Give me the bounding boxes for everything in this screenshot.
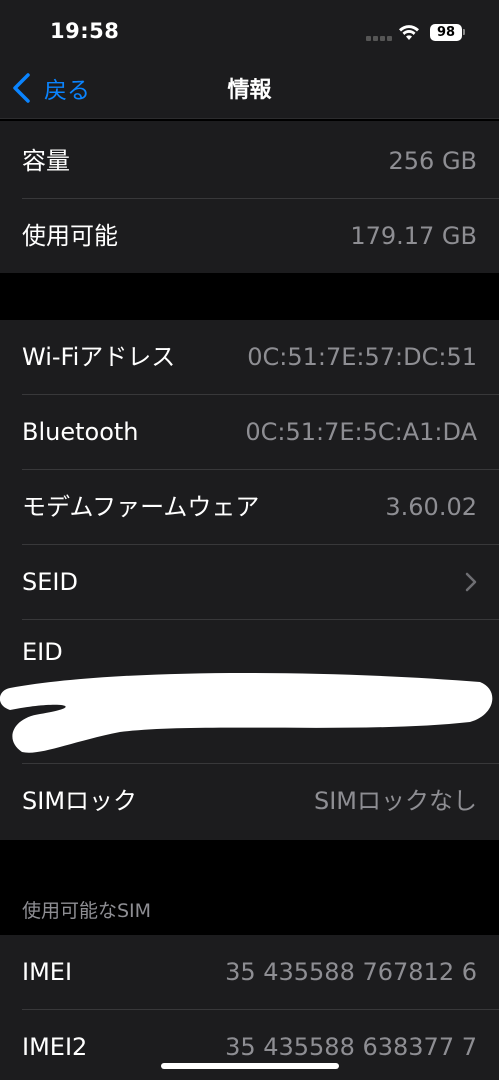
home-indicator[interactable] [161, 1063, 339, 1069]
seid-row[interactable]: SEID [0, 545, 499, 620]
capacity-row: 容量 256 GB [0, 124, 499, 199]
navigation-bar: 戻る 情報 [0, 64, 499, 119]
available-row: 使用可能 179.17 GB [0, 199, 499, 274]
imei2-label: IMEI2 [22, 1033, 88, 1061]
sim-group: IMEI 35 435588 767812 6 IMEI2 35 435588 … [0, 935, 499, 1080]
eid-row: EID [0, 620, 499, 764]
seid-label: SEID [22, 568, 78, 596]
status-bar: 19:58 98 [0, 0, 499, 64]
modem-firmware-value: 3.60.02 [385, 493, 477, 521]
simlock-value: SIMロックなし [313, 787, 477, 815]
modem-firmware-label: モデムファームウェア [22, 493, 260, 521]
imei2-row: IMEI2 35 435588 638377 7 [0, 1010, 499, 1080]
imei2-value: 35 435588 638377 7 [225, 1033, 477, 1061]
imei-label: IMEI [22, 958, 73, 986]
battery-cap [463, 29, 465, 35]
chevron-right-icon [465, 572, 477, 592]
available-value: 179.17 GB [350, 222, 477, 250]
available-label: 使用可能 [22, 222, 118, 250]
page-title: 情報 [227, 78, 272, 103]
eid-label: EID [22, 638, 63, 666]
wifi-address-value: 0C:51:7E:57:DC:51 [247, 343, 477, 371]
wifi-address-row: Wi-Fiアドレス 0C:51:7E:57:DC:51 [0, 320, 499, 395]
section-header-available-sim: 使用可能なSIM [22, 900, 152, 922]
capacity-value: 256 GB [388, 147, 478, 175]
bluetooth-label: Bluetooth [22, 418, 139, 446]
storage-group: 容量 256 GB 使用可能 179.17 GB [0, 121, 499, 273]
wifi-icon [399, 25, 419, 40]
battery-icon: 98 [430, 24, 462, 41]
network-group: Wi-Fiアドレス 0C:51:7E:57:DC:51 Bluetooth 0C… [0, 320, 499, 840]
screen: { "status_bar": { "time": "19:58", "batt… [0, 0, 499, 1080]
simlock-label: SIMロック [22, 787, 138, 815]
wifi-address-label: Wi-Fiアドレス [22, 343, 176, 371]
redaction-scribble [0, 672, 493, 753]
bluetooth-row: Bluetooth 0C:51:7E:5C:A1:DA [0, 395, 499, 470]
status-time: 19:58 [50, 19, 120, 43]
imei-row: IMEI 35 435588 767812 6 [0, 935, 499, 1010]
simlock-row: SIMロック SIMロックなし [0, 764, 499, 839]
cellular-signal-icon [366, 36, 394, 42]
modem-firmware-row: モデムファームウェア 3.60.02 [0, 470, 499, 545]
imei-value: 35 435588 767812 6 [225, 958, 477, 986]
bluetooth-value: 0C:51:7E:5C:A1:DA [245, 418, 477, 446]
capacity-label: 容量 [22, 147, 70, 175]
